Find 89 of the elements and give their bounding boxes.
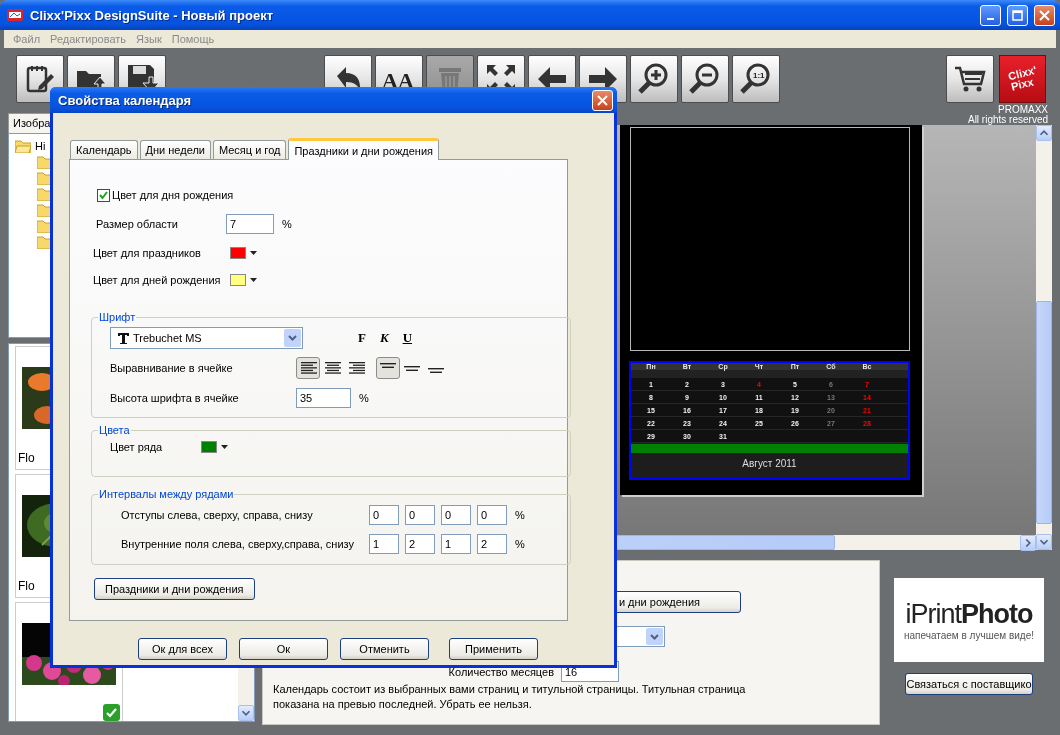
dialog-button[interactable]: Применить	[449, 638, 538, 660]
input-field[interactable]: 0	[477, 504, 507, 525]
window-title: Clixx'Pixx DesignSuite - Новый проект	[30, 7, 275, 23]
group-title: Шрифт	[98, 311, 137, 323]
input-field[interactable]: 2	[405, 533, 435, 554]
color-swatch[interactable]	[230, 273, 246, 286]
close-icon	[1039, 9, 1050, 21]
dialog-title: Свойства календаря	[58, 92, 192, 108]
thumbnail-caption: Flo	[17, 579, 35, 593]
font-type-icon	[118, 332, 129, 344]
field-label: Размер области	[96, 218, 179, 230]
minimize-icon	[987, 18, 994, 20]
months-count-label: Количество месяцев	[448, 665, 554, 678]
field-label: Выравнивание в ячейке	[110, 362, 234, 374]
italic-button[interactable]: K	[374, 330, 394, 346]
tab[interactable]: Месяц и год	[212, 140, 287, 159]
input-field[interactable]: 7	[226, 214, 274, 234]
month-title: Август 2011	[741, 458, 798, 469]
holidays-button[interactable]: Праздники и дни рождения	[94, 578, 255, 600]
font-select[interactable]: Trebuchet MS	[110, 327, 303, 349]
close-button[interactable]	[592, 89, 613, 111]
field-label: Цвет ряда	[110, 441, 164, 453]
folder-icon	[15, 139, 31, 153]
input-field[interactable]: 0	[441, 504, 471, 525]
zoom-actual-button[interactable]: 1:1	[732, 55, 780, 103]
align-bottom-icon	[428, 368, 444, 373]
input-field[interactable]: 0	[405, 504, 435, 525]
cart-button[interactable]	[946, 55, 994, 103]
maximize-button[interactable]	[1007, 4, 1028, 26]
zoom-out-button[interactable]	[681, 55, 729, 103]
dialog-button[interactable]: Ок для всех	[138, 638, 227, 660]
app-icon	[6, 7, 24, 23]
input-field[interactable]: 1	[369, 533, 399, 554]
tab[interactable]: Праздники и дни рождения	[288, 138, 439, 160]
caret-icon	[250, 277, 257, 282]
align-center-icon	[323, 361, 341, 375]
close-button[interactable]	[1034, 4, 1055, 26]
zoom-in-button[interactable]	[630, 55, 678, 103]
sponsor-logo: iPrintPhoto напечатаем в лучшем виде!	[894, 578, 1044, 662]
align-left-button[interactable]	[296, 357, 320, 379]
group-title: Интервалы между рядами	[98, 488, 235, 500]
input-field[interactable]: 35	[296, 388, 351, 408]
align-left-icon	[299, 361, 317, 375]
caret-icon	[250, 250, 257, 255]
color-swatch[interactable]	[230, 246, 246, 259]
group-title: Цвета	[98, 424, 131, 436]
scroll-right-button[interactable]	[1020, 535, 1036, 551]
close-icon	[597, 94, 608, 106]
info-text: Календарь состоит из выбранных вами страниц и титульной страницы. Титульная страница показана на превью последней. Убрать ее нельзя.	[273, 682, 747, 712]
color-swatch[interactable]	[201, 441, 217, 453]
tree-item[interactable]: Hi	[35, 140, 46, 152]
align-top-icon	[380, 363, 396, 368]
underline-button[interactable]: U	[397, 330, 417, 346]
vertical-scrollbar[interactable]	[1036, 125, 1052, 550]
brand-logo: Clixx' Pixx	[999, 55, 1046, 103]
maximize-icon	[1012, 9, 1023, 21]
unit-label: %	[515, 508, 525, 521]
align-top-button[interactable]	[376, 357, 400, 379]
checkbox[interactable]	[97, 188, 110, 202]
dialog-button[interactable]: Отменить	[340, 638, 429, 660]
caret-icon	[221, 445, 228, 449]
field-label: Цвет для дней рождения	[93, 273, 222, 286]
tab[interactable]: Дни недели	[139, 140, 211, 159]
field-label: Высота шрифта в ячейке	[110, 392, 240, 404]
align-right-icon	[347, 361, 365, 375]
thumbnail-caption: Flo	[17, 451, 35, 465]
copyright-text: All rights reserved	[967, 115, 1048, 125]
unit-label: %	[359, 392, 369, 404]
company-name: PROMAXX	[998, 105, 1048, 115]
input-field[interactable]: 1	[441, 533, 471, 554]
bold-button[interactable]: F	[353, 330, 371, 346]
scroll-up-button[interactable]	[1036, 125, 1052, 141]
align-middle-icon	[404, 365, 420, 371]
field-label: Цвет для праздников	[93, 246, 202, 259]
field-label: Внутренние поля слева, сверху,справа, снизу	[121, 537, 355, 550]
checkbox-label: Цвет для дня рождения	[112, 189, 234, 201]
checkmark-icon	[99, 190, 108, 200]
dialog-button[interactable]: Ок	[239, 638, 328, 660]
unit-label: %	[515, 537, 525, 550]
tab[interactable]: Календарь	[70, 140, 138, 159]
unit-label: %	[282, 218, 292, 230]
minimize-button[interactable]	[980, 4, 1001, 26]
scroll-thumb[interactable]	[1036, 301, 1052, 524]
input-field[interactable]: 2	[477, 533, 507, 554]
scroll-down-button[interactable]	[1036, 534, 1052, 550]
scroll-down-button[interactable]	[238, 705, 254, 721]
field-label: Отступы слева, сверху, справа, снизу	[121, 508, 314, 521]
input-field[interactable]: 0	[369, 504, 399, 525]
contact-button[interactable]: Связаться с поставщико	[905, 673, 1033, 695]
